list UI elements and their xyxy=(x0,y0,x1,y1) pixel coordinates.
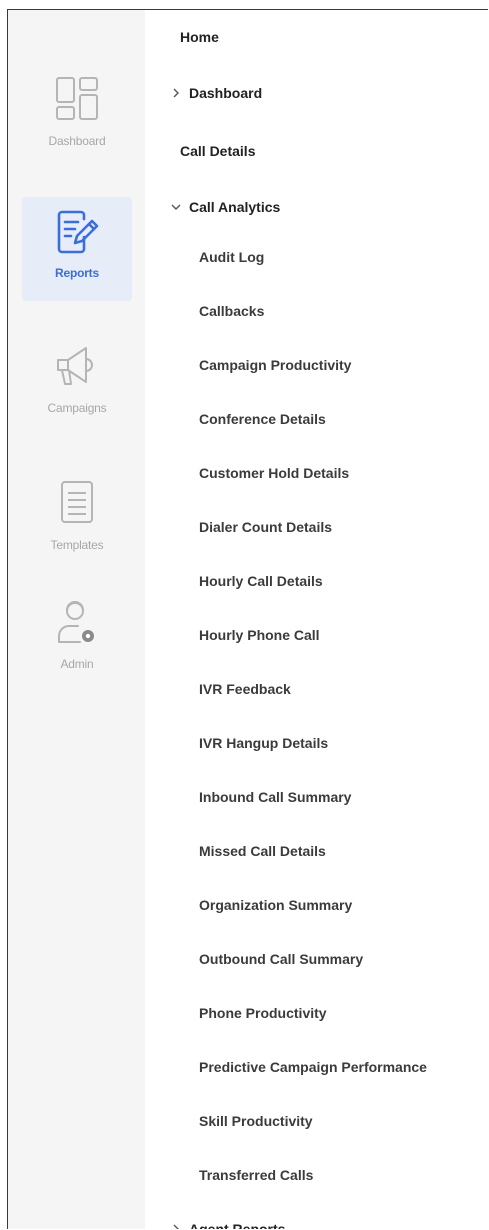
rail-item-admin[interactable]: Admin xyxy=(22,588,132,692)
submenu-item-hourly-phone-call[interactable]: Hourly Phone Call xyxy=(199,626,320,644)
submenu-item-ivr-hangup-details[interactable]: IVR Hangup Details xyxy=(199,734,328,752)
dashboard-grid-icon xyxy=(56,77,98,120)
submenu-item-conference-details[interactable]: Conference Details xyxy=(199,410,326,428)
rail-label-admin: Admin xyxy=(60,657,94,671)
submenu-item-transferred-calls[interactable]: Transferred Calls xyxy=(199,1166,313,1184)
user-gear-icon xyxy=(58,601,94,643)
submenu-item-missed-call-details[interactable]: Missed Call Details xyxy=(199,842,326,860)
rail-label-campaigns: Campaigns xyxy=(47,401,107,415)
menu-item-call-analytics[interactable]: Call Analytics xyxy=(189,198,280,216)
menu-item-agent-reports[interactable]: Agent Reports xyxy=(189,1220,285,1229)
rail-item-campaigns[interactable]: Campaigns xyxy=(22,332,132,436)
submenu-item-outbound-call-summary[interactable]: Outbound Call Summary xyxy=(199,950,363,968)
reports-nav-menu: Home Dashboard Call Details Call Analyti… xyxy=(145,10,488,1229)
submenu-item-skill-productivity[interactable]: Skill Productivity xyxy=(199,1112,313,1130)
document-list-icon xyxy=(61,481,93,523)
rail-item-reports[interactable]: Reports xyxy=(22,197,132,301)
submenu-item-phone-productivity[interactable]: Phone Productivity xyxy=(199,1004,327,1022)
submenu-item-callbacks[interactable]: Callbacks xyxy=(199,302,264,320)
submenu-item-customer-hold-details[interactable]: Customer Hold Details xyxy=(199,464,349,482)
chevron-right-icon-partial[interactable] xyxy=(170,1223,182,1229)
rail-label-templates: Templates xyxy=(50,538,104,552)
submenu-item-predictive-campaign-performance[interactable]: Predictive Campaign Performance xyxy=(199,1058,427,1076)
submenu-item-dialer-count-details[interactable]: Dialer Count Details xyxy=(199,518,332,536)
rail-item-dashboard[interactable]: Dashboard xyxy=(22,65,132,169)
app-frame: Dashboard Reports Campaigns Templates Ad… xyxy=(7,9,488,1229)
rail-item-templates[interactable]: Templates xyxy=(22,469,132,573)
rail-label-reports: Reports xyxy=(55,266,99,280)
chevron-down-icon[interactable] xyxy=(170,201,182,213)
submenu-item-organization-summary[interactable]: Organization Summary xyxy=(199,896,352,914)
megaphone-icon xyxy=(57,347,93,385)
icon-rail: Dashboard Reports Campaigns Templates Ad… xyxy=(8,10,145,1229)
submenu-item-audit-log[interactable]: Audit Log xyxy=(199,248,264,266)
rail-label-dashboard: Dashboard xyxy=(48,134,106,148)
chevron-right-icon[interactable] xyxy=(170,87,182,99)
report-edit-icon xyxy=(57,210,99,254)
menu-item-home[interactable]: Home xyxy=(180,28,219,46)
menu-item-dashboard[interactable]: Dashboard xyxy=(189,84,262,102)
submenu-item-ivr-feedback[interactable]: IVR Feedback xyxy=(199,680,291,698)
menu-item-call-details[interactable]: Call Details xyxy=(180,142,255,160)
submenu-item-campaign-productivity[interactable]: Campaign Productivity xyxy=(199,356,351,374)
submenu-item-inbound-call-summary[interactable]: Inbound Call Summary xyxy=(199,788,351,806)
submenu-item-hourly-call-details[interactable]: Hourly Call Details xyxy=(199,572,323,590)
